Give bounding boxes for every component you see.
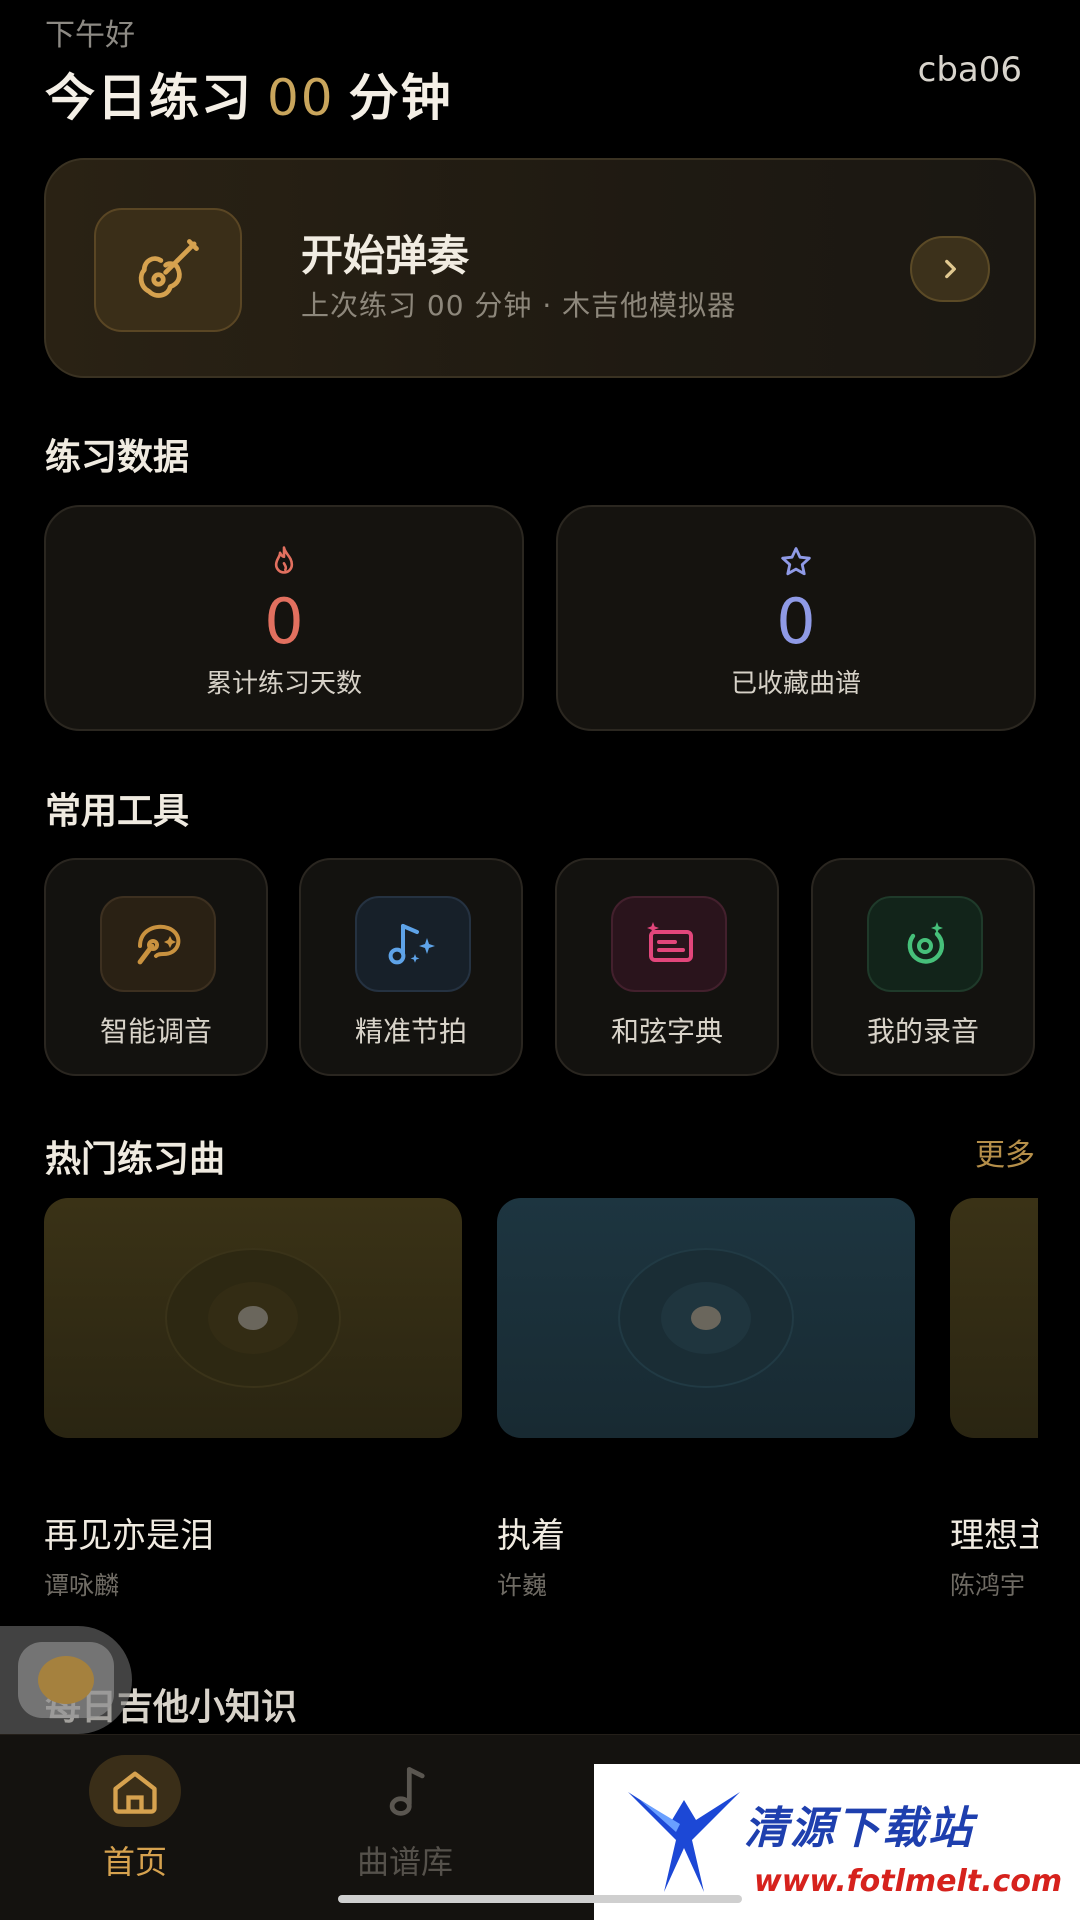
song-card[interactable]: 理想主 陈鸿宇 [950,1198,1038,1618]
song-artist: 谭咏麟 [44,1571,120,1600]
watermark-text: 清源下载站 [744,1803,974,1854]
favorite-scores-value: 0 [776,585,816,658]
tool-tuner[interactable]: 智能调音 [44,858,268,1076]
record-icon [867,896,983,992]
hot-songs-title: 热门练习曲 [45,1139,226,1180]
chevron-right-icon[interactable] [910,236,990,302]
tool-chord-dictionary-label: 和弦字典 [610,1015,723,1048]
home-indicator[interactable] [338,1895,742,1903]
music-note-icon [359,1755,451,1827]
favorite-scores-card[interactable]: 0 已收藏曲谱 [556,505,1036,731]
song-title: 再见亦是泪 [44,1516,214,1556]
tuner-icon [100,896,216,992]
song-artist: 许巍 [497,1571,548,1600]
practice-data-title: 练习数据 [45,437,190,478]
start-playing-card[interactable]: 开始弹奏 上次练习 00 分钟 · 木吉他模拟器 [44,158,1036,378]
music-note-sparkle-icon [355,896,471,992]
today-practice-headline: 今日练习 00 分钟 [45,58,453,130]
floating-assistant-button[interactable] [0,1626,132,1734]
practice-days-card[interactable]: 0 累计练习天数 [44,505,524,731]
tool-metronome[interactable]: 精准节拍 [299,858,523,1076]
song-title: 执着 [497,1516,565,1556]
practice-days-label: 累计练习天数 [205,669,362,699]
song-cover [950,1198,1038,1438]
headline-prefix: 今日练习 [45,69,253,127]
star-icon [778,545,814,583]
song-card[interactable]: 再见亦是泪 谭咏麟 [44,1198,462,1600]
practice-days-value: 0 [264,585,304,658]
disc-icon [165,1248,341,1388]
song-card[interactable]: 执着 许巍 [497,1198,915,1600]
watermark-url: www.fotlmelt.com [754,1864,1063,1899]
song-title: 理想主 [950,1516,1038,1556]
more-link[interactable]: 更多 [975,1130,1035,1174]
headline-suffix: 分钟 [348,69,453,127]
home-icon [89,1755,181,1827]
favorite-scores-label: 已收藏曲谱 [730,669,861,699]
start-playing-title: 开始弹奏 [301,231,470,280]
last-practice-info: 上次练习 00 分钟 · 木吉他模拟器 [301,289,737,322]
assistant-icon [38,1656,94,1704]
tools-title: 常用工具 [45,791,190,832]
tool-my-recordings[interactable]: 我的录音 [811,858,1035,1076]
today-minutes: 00 [267,69,335,127]
tool-chord-dictionary[interactable]: 和弦字典 [555,858,779,1076]
flame-icon [268,545,300,583]
tab-score-library-label: 曲谱库 [356,1843,453,1881]
song-artist: 陈鸿宇 [950,1571,1026,1600]
chord-card-icon [611,896,727,992]
song-cover [497,1198,915,1438]
tool-my-recordings-label: 我的录音 [866,1015,979,1048]
greeting-text: 下午好 [45,18,135,53]
guitar-icon [94,208,242,332]
song-cover [44,1198,462,1438]
tab-home-label: 首页 [102,1843,167,1881]
username[interactable]: cba06 [918,50,1022,90]
tab-score-library[interactable]: 曲谱库 [295,1755,515,1883]
tab-home[interactable]: 首页 [25,1755,245,1883]
tool-metronome-label: 精准节拍 [354,1015,467,1048]
tool-tuner-label: 智能调音 [99,1015,212,1048]
watermark-logo-icon [624,1780,744,1904]
disc-icon [618,1248,794,1388]
